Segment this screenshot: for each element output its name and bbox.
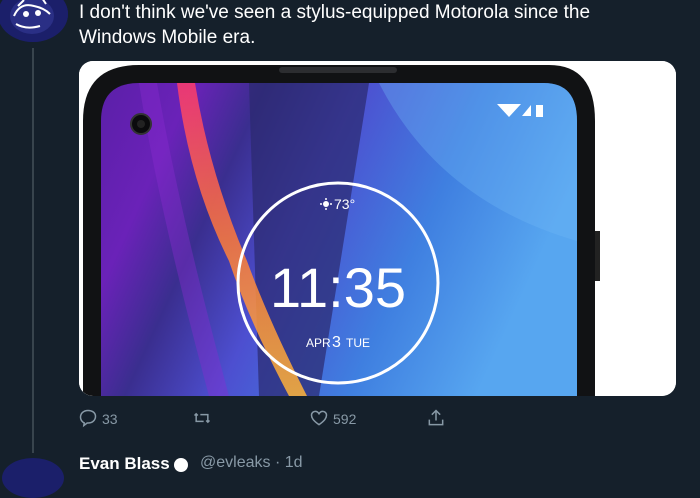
thread-line	[32, 48, 34, 453]
share-icon	[426, 408, 446, 431]
like-count: 592	[333, 411, 357, 427]
next-tweet-author-name[interactable]: Evan Blass	[79, 454, 188, 474]
next-tweet-avatar[interactable]	[2, 458, 64, 498]
reply-icon	[78, 408, 98, 431]
date-day: 3	[332, 334, 341, 351]
like-button[interactable]: 592	[309, 406, 356, 432]
tweet-media-image[interactable]: 73° 11:35 APR 3 TUE	[79, 61, 676, 396]
avatar[interactable]	[0, 0, 68, 42]
author-name-text: Evan Blass	[79, 454, 170, 473]
share-button[interactable]	[426, 406, 446, 432]
retweet-button[interactable]	[192, 406, 216, 432]
tweet-text-line-2: Windows Mobile era.	[79, 27, 256, 48]
tweet-actions: 33 592	[78, 406, 458, 432]
heart-icon	[309, 408, 329, 431]
date-month: APR	[306, 336, 331, 350]
reply-button[interactable]: 33	[78, 406, 118, 432]
weather-temperature: 73°	[334, 196, 355, 212]
date-weekday: TUE	[346, 336, 370, 350]
next-tweet-handle-time: @evleaks · 1d	[200, 454, 303, 471]
clock-time: 11:35	[270, 256, 406, 319]
reply-count: 33	[102, 411, 118, 427]
tweet-text: I don't think we've seen a stylus-equipp…	[79, 0, 679, 50]
retweet-icon	[192, 408, 212, 431]
tweet-text-line-1: I don't think we've seen a stylus-equipp…	[79, 2, 591, 23]
next-tweet[interactable]: Evan Blass @evleaks · 1d	[0, 452, 700, 498]
